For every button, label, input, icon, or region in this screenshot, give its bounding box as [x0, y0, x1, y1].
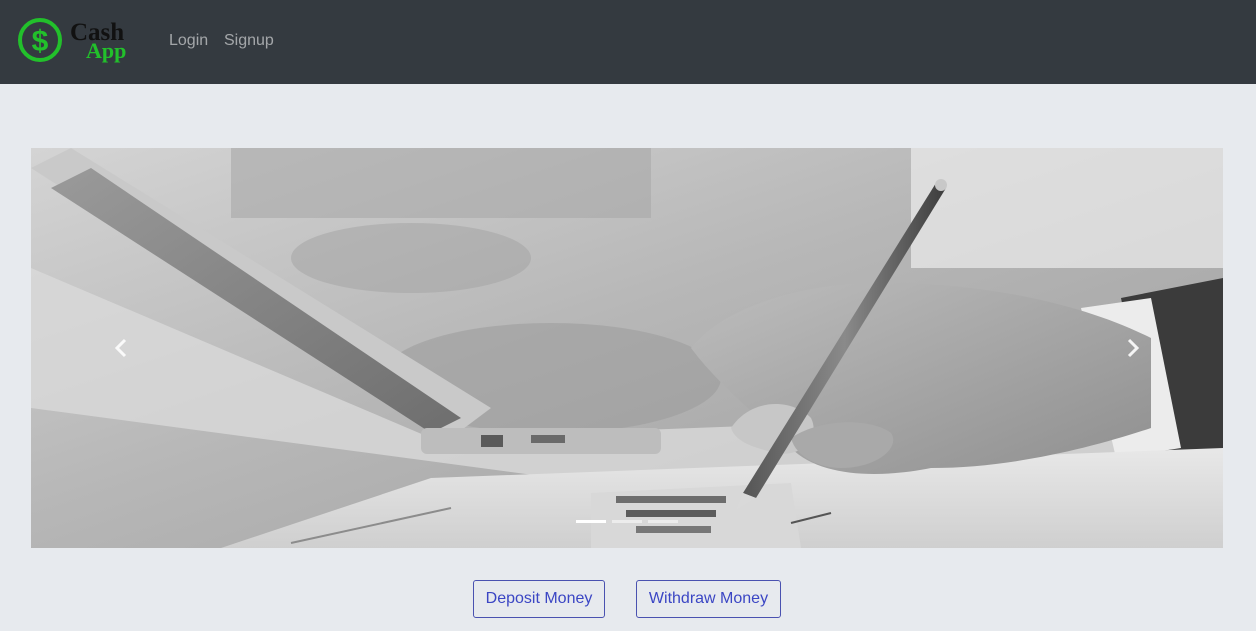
- deposit-money-button[interactable]: Deposit Money: [473, 580, 605, 618]
- withdraw-money-button[interactable]: Withdraw Money: [636, 580, 781, 618]
- cash-app-logo: $ Cash App: [18, 18, 126, 63]
- chevron-left-icon: [114, 338, 127, 358]
- hero-carousel: [31, 148, 1223, 548]
- svg-text:$: $: [32, 25, 49, 58]
- chevron-right-icon: [1127, 338, 1140, 358]
- brand-logo[interactable]: $ Cash App: [18, 18, 142, 64]
- carousel-indicator-2[interactable]: [612, 520, 642, 523]
- navbar: $ Cash App Login Signup: [0, 0, 1256, 84]
- carousel-indicator-3[interactable]: [648, 520, 678, 523]
- carousel-prev-button[interactable]: [31, 148, 211, 548]
- nav-login-link[interactable]: Login: [169, 31, 208, 51]
- nav-signup-link[interactable]: Signup: [224, 31, 274, 51]
- brand-line2: App: [86, 38, 126, 63]
- dollar-circle-icon: $: [32, 25, 49, 58]
- carousel-indicators: [31, 520, 1223, 523]
- carousel-indicator-1[interactable]: [576, 520, 606, 523]
- carousel-next-button[interactable]: [1043, 148, 1223, 548]
